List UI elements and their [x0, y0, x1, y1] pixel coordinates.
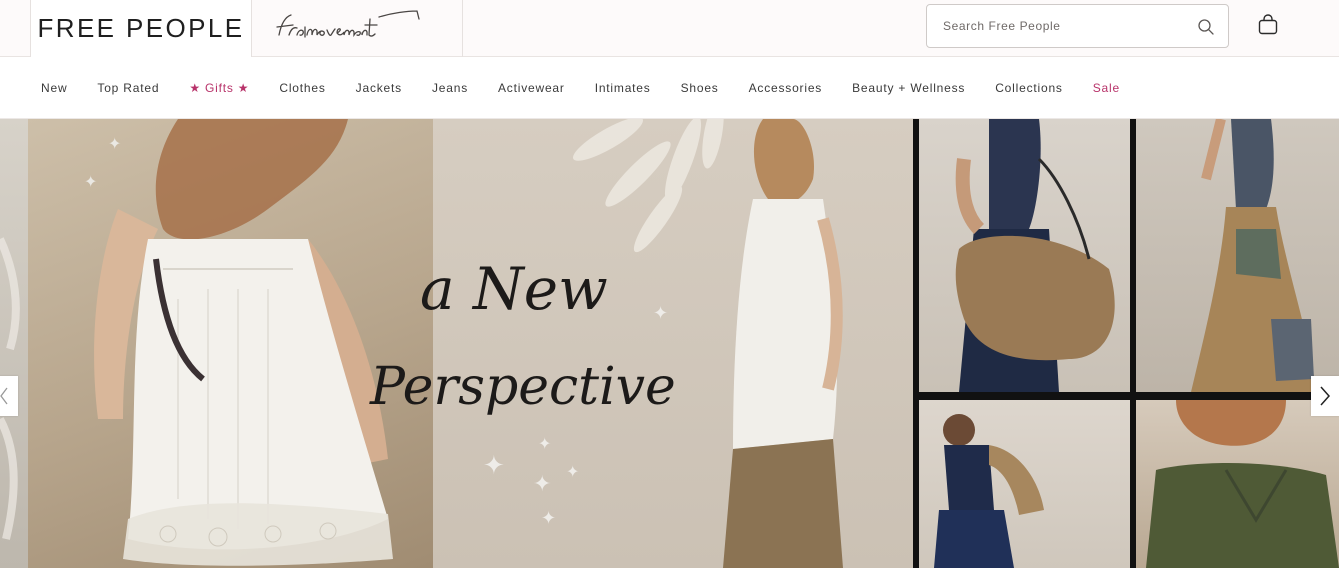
hero-grid-image-skirt — [1136, 119, 1339, 392]
hero-grid-image-bag — [919, 119, 1130, 392]
chevron-right-icon — [1320, 386, 1331, 406]
hero-grid-image-denim — [919, 400, 1130, 568]
nav-item-jeans[interactable]: Jeans — [432, 81, 468, 95]
free-people-logo-tab[interactable]: FREE PEOPLE — [30, 0, 252, 57]
nav-item-jackets[interactable]: Jackets — [356, 81, 402, 95]
nav-item-collections[interactable]: Collections — [995, 81, 1063, 95]
hero-headline-line-1: a New — [420, 255, 608, 323]
site-header: FREE PEOPLE fpmovement — [0, 0, 1339, 57]
search-box — [926, 4, 1229, 48]
nav-item-new[interactable]: New — [41, 81, 67, 95]
main-navigation: New Top Rated ★ Gifts ★ Clothes Jackets … — [0, 57, 1339, 119]
hero-headline-line-2: Perspective — [369, 357, 676, 417]
fp-movement-logo-tab[interactable]: fpmovement — [251, 0, 463, 57]
hero-grid-images — [913, 119, 1339, 568]
nav-item-top-rated[interactable]: Top Rated — [97, 81, 159, 95]
carousel-prev-button[interactable] — [0, 376, 18, 416]
nav-item-intimates[interactable]: Intimates — [595, 81, 651, 95]
hero-grid-image-sweater — [1136, 400, 1339, 568]
nav-item-shoes[interactable]: Shoes — [681, 81, 719, 95]
nav-item-clothes[interactable]: Clothes — [279, 81, 325, 95]
carousel-next-button[interactable] — [1311, 376, 1339, 416]
fp-movement-logo: fpmovement — [275, 9, 420, 38]
hero-carousel[interactable]: ✦ ✦ ✦ ✦ ✦ ✦ ✦ ✦ a New Perspective — [0, 119, 1339, 568]
nav-item-beauty-wellness[interactable]: Beauty + Wellness — [852, 81, 965, 95]
search-icon[interactable] — [1197, 18, 1215, 36]
shopping-bag-icon[interactable] — [1256, 13, 1280, 37]
nav-item-activewear[interactable]: Activewear — [498, 81, 565, 95]
search-input[interactable] — [927, 5, 1187, 47]
nav-item-sale[interactable]: Sale — [1093, 81, 1120, 95]
chevron-left-icon — [0, 387, 8, 405]
nav-item-accessories[interactable]: Accessories — [749, 81, 823, 95]
hero-headline: a New Perspective — [369, 255, 676, 417]
nav-item-gifts[interactable]: ★ Gifts ★ — [189, 81, 249, 95]
free-people-logo: FREE PEOPLE — [37, 13, 245, 43]
